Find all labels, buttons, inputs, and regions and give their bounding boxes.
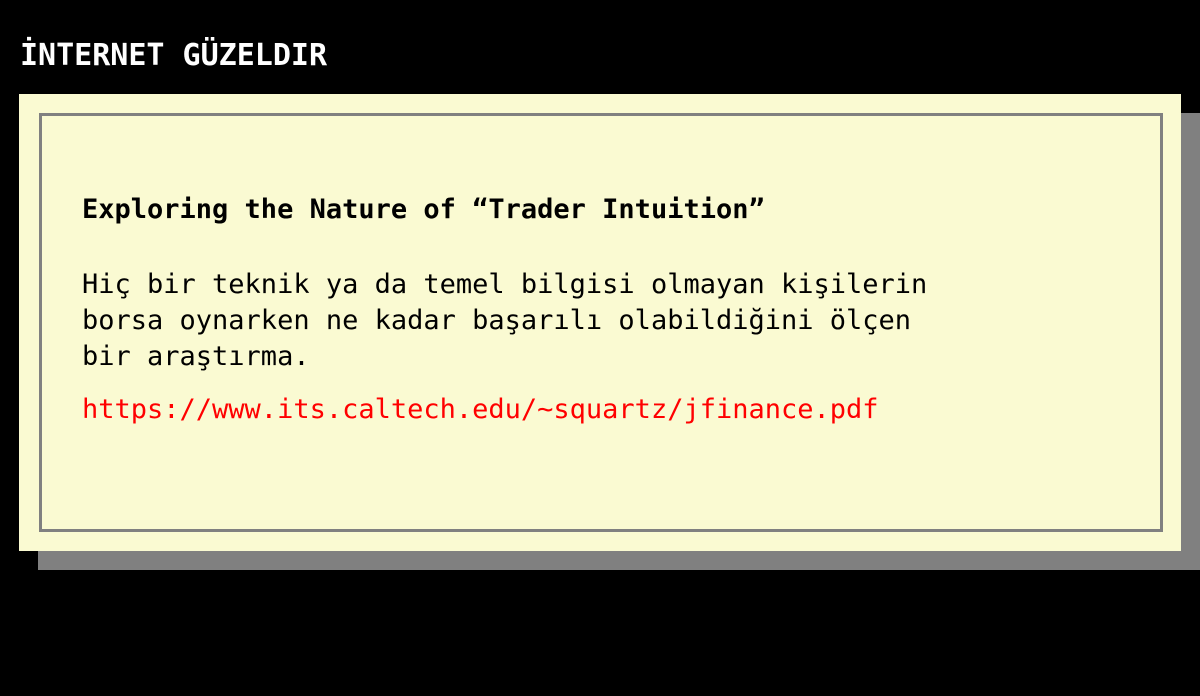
article-card: Exploring the Nature of “Trader Intuitio… [19, 94, 1181, 551]
article-card-border: Exploring the Nature of “Trader Intuitio… [39, 113, 1163, 532]
article-description: Hiç bir teknik ya da temel bilgisi olmay… [82, 269, 928, 372]
article-title: Exploring the Nature of “Trader Intuitio… [82, 194, 765, 225]
site-title: İNTERNET GÜZELDIR [20, 38, 328, 73]
article-link[interactable]: https://www.its.caltech.edu/~squartz/jfi… [82, 392, 879, 428]
